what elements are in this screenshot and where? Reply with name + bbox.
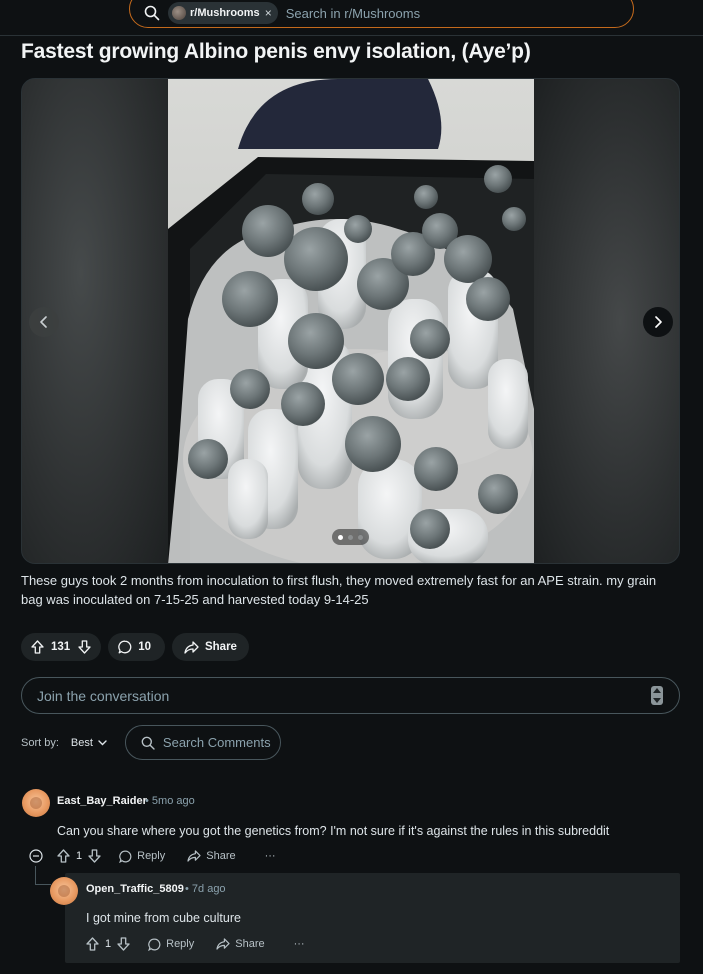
image-gallery[interactable]: [21, 78, 680, 564]
chevron-down-icon: [98, 739, 107, 745]
vote-pill: 131: [21, 633, 102, 661]
comment-author[interactable]: Open_Traffic_5809: [86, 883, 184, 895]
search-input[interactable]: Search in r/Mushrooms: [286, 6, 420, 21]
share-icon: [184, 640, 199, 654]
post-body: These guys took 2 months from inoculatio…: [21, 573, 657, 607]
share-button[interactable]: Share: [171, 633, 249, 661]
collapse-thread-icon[interactable]: [29, 849, 43, 863]
avatar[interactable]: [50, 877, 78, 905]
post-actions: 131 10 Share: [21, 633, 249, 661]
reply-button[interactable]: Reply: [148, 938, 194, 951]
reply-button[interactable]: Reply: [119, 850, 165, 863]
more-options-icon: ···: [293, 938, 305, 950]
comment-timestamp: • 5mo ago: [145, 795, 195, 807]
remove-filter-icon[interactable]: ×: [265, 6, 272, 20]
reply-label: Reply: [166, 938, 195, 950]
upvote-count: 131: [51, 641, 71, 653]
post-title: Fastest growing Albino penis envy isolat…: [21, 40, 531, 63]
share-label: Share: [204, 641, 237, 653]
composer-scroll-handle[interactable]: [651, 686, 663, 705]
sort-bar: Sort by: Best Search Comments: [21, 725, 281, 760]
scroll-down-icon: [653, 697, 661, 703]
share-label: Share: [206, 850, 236, 862]
subreddit-filter-chip[interactable]: r/Mushrooms ×: [168, 2, 278, 24]
post-image[interactable]: [168, 79, 534, 563]
scroll-up-icon: [653, 688, 661, 694]
sort-value: Best: [70, 736, 93, 749]
chevron-right-icon: [655, 316, 662, 328]
downvote-icon[interactable]: [78, 640, 91, 654]
comments-button[interactable]: 10: [108, 633, 165, 661]
gallery-dot[interactable]: [358, 534, 363, 540]
search-bar[interactable]: r/Mushrooms × Search in r/Mushrooms: [129, 0, 634, 28]
comment-vote-count: 1: [76, 850, 83, 862]
comment-icon: [148, 938, 161, 951]
gallery-dot[interactable]: [338, 534, 343, 540]
gallery-dot[interactable]: [348, 534, 353, 540]
subreddit-chip-label: r/Mushrooms: [190, 7, 260, 19]
search-icon: [141, 736, 155, 750]
share-icon: [187, 850, 201, 862]
comment-actions: 1 Reply Share ···: [86, 937, 305, 951]
comment-vote-count: 1: [105, 938, 112, 950]
upvote-icon[interactable]: [57, 849, 70, 863]
search-comments-input[interactable]: Search Comments: [124, 725, 281, 760]
comment-icon: [119, 850, 132, 863]
reply-label: Reply: [137, 850, 166, 862]
sort-label: Sort by:: [21, 736, 59, 749]
comment-composer-placeholder: Join the conversation: [37, 687, 170, 704]
chevron-left-icon: [40, 316, 47, 328]
more-options-icon: ···: [264, 850, 276, 862]
more-options-button[interactable]: ···: [289, 938, 305, 950]
upvote-icon[interactable]: [86, 937, 99, 951]
comment-count: 10: [138, 641, 151, 653]
comment-author[interactable]: East_Bay_Raider: [57, 795, 147, 807]
share-icon: [216, 938, 230, 950]
comment-text: Can you share where you got the genetics…: [57, 824, 610, 838]
thread-line: [35, 884, 51, 885]
thread-line: [35, 866, 36, 884]
comment-timestamp: • 7d ago: [185, 883, 226, 895]
search-comments-placeholder: Search Comments: [162, 735, 271, 750]
gallery-prev-button[interactable]: [29, 307, 59, 337]
gallery-next-button[interactable]: [643, 307, 673, 337]
sort-dropdown[interactable]: Best: [71, 737, 107, 749]
share-label: Share: [235, 938, 265, 950]
comment-text: I got mine from cube culture: [86, 911, 241, 925]
subreddit-avatar: [172, 6, 186, 20]
downvote-icon[interactable]: [117, 937, 130, 951]
search-icon: [144, 5, 160, 21]
more-options-button[interactable]: ···: [260, 850, 276, 862]
comment-composer[interactable]: Join the conversation: [21, 677, 680, 714]
comment-icon: [118, 640, 132, 654]
comment-actions: 1 Reply Share ···: [29, 849, 276, 863]
avatar[interactable]: [22, 789, 50, 817]
share-button[interactable]: Share: [187, 850, 236, 862]
top-bar: r/Mushrooms × Search in r/Mushrooms: [0, 0, 703, 36]
gallery-pagination: [332, 529, 369, 545]
share-button[interactable]: Share: [216, 938, 265, 950]
mushroom-photo: [168, 79, 534, 563]
upvote-icon[interactable]: [31, 640, 44, 654]
downvote-icon[interactable]: [88, 849, 101, 863]
